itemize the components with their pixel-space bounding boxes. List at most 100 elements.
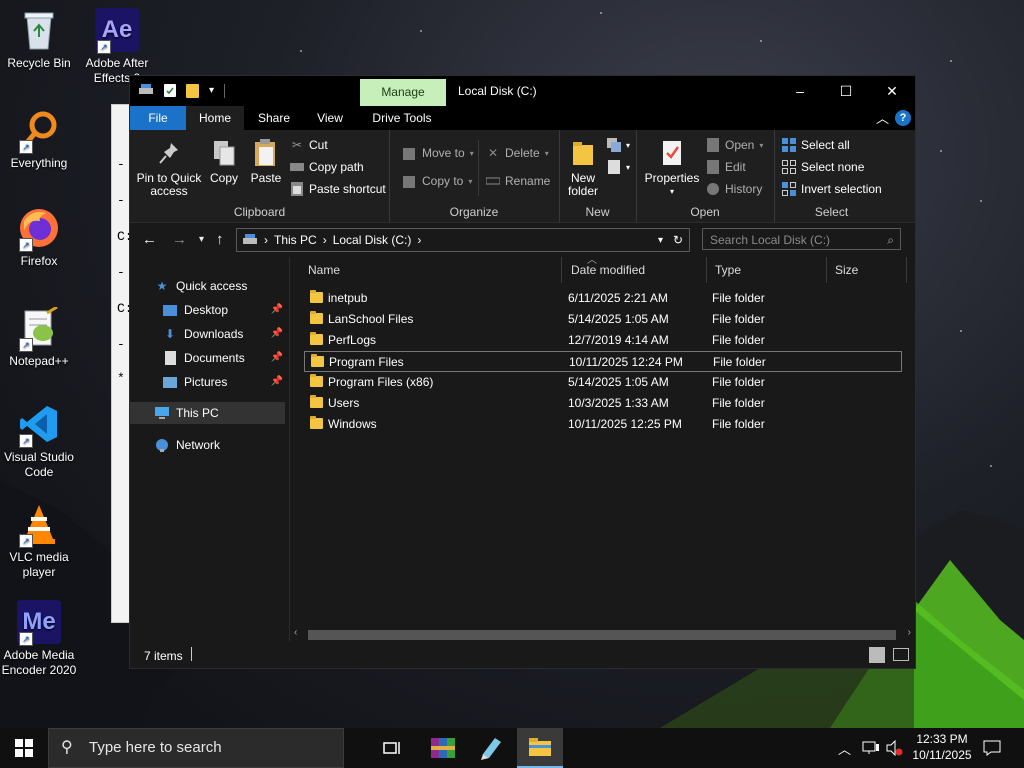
- nav-desktop[interactable]: Desktop 📌: [162, 299, 285, 321]
- file-row-selected[interactable]: Program Files 10/11/2025 12:24 PM File f…: [304, 351, 902, 372]
- delete-button[interactable]: ✕ Delete ▾: [486, 146, 549, 160]
- select-none-button[interactable]: Select none: [782, 160, 864, 174]
- file-row[interactable]: PerfLogs 12/7/2019 4:14 AM File folder: [304, 330, 902, 351]
- paste-shortcut-icon: [290, 182, 304, 196]
- properties-button[interactable]: Properties ▾: [640, 138, 704, 198]
- nav-network[interactable]: Network: [154, 434, 309, 456]
- scrollbar-thumb[interactable]: [308, 630, 896, 640]
- invert-selection-button[interactable]: Invert selection: [782, 182, 882, 196]
- column-header-size[interactable]: Size: [827, 257, 907, 283]
- file-row[interactable]: LanSchool Files 5/14/2025 1:05 AM File f…: [304, 309, 902, 330]
- history-button[interactable]: History: [706, 182, 762, 196]
- copy-button[interactable]: Copy: [206, 138, 242, 185]
- winrar-icon[interactable]: [420, 728, 466, 768]
- pin-icon[interactable]: 📌: [271, 371, 283, 393]
- desktop-icon-vscode[interactable]: ↗ Visual Studio Code: [0, 402, 78, 480]
- title-bar[interactable]: ▾ Manage Local Disk (C:) – ☐ ✕: [130, 76, 915, 106]
- back-arrow-icon[interactable]: ←: [142, 231, 157, 248]
- desktop-icon-vlc[interactable]: ↗ VLC media player: [0, 502, 78, 580]
- start-button[interactable]: [0, 728, 48, 768]
- search-input[interactable]: Search Local Disk (C:) ⌕: [702, 228, 901, 250]
- column-header-date-modified[interactable]: Date modified: [563, 257, 707, 283]
- nav-quick-access[interactable]: ★ Quick access: [154, 275, 309, 297]
- clock[interactable]: 12:33 PM 10/11/2025: [904, 731, 980, 763]
- nav-downloads[interactable]: ⬇ Downloads 📌: [162, 323, 285, 345]
- breadcrumb-local-disk[interactable]: Local Disk (C:): [333, 233, 412, 247]
- maximize-button[interactable]: ☐: [823, 76, 869, 106]
- new-item-button[interactable]: ▾: [607, 138, 630, 152]
- tab-view[interactable]: View: [304, 106, 356, 130]
- tab-manage[interactable]: Manage: [360, 79, 446, 106]
- help-icon[interactable]: ?: [895, 110, 911, 126]
- file-name: Windows: [328, 417, 377, 431]
- nav-documents[interactable]: Documents 📌: [162, 347, 285, 369]
- customize-toolbar-icon[interactable]: ▾: [209, 85, 214, 96]
- collapse-ribbon-icon[interactable]: ︿: [876, 108, 889, 127]
- taskbar-search-input[interactable]: ⚲ Type here to search: [48, 728, 344, 768]
- desktop-icon-recycle-bin[interactable]: Recycle Bin: [0, 8, 78, 71]
- tab-drive-tools[interactable]: Drive Tools: [360, 106, 444, 130]
- clock-time: 12:33 PM: [916, 732, 968, 746]
- forward-arrow-icon[interactable]: →: [172, 231, 187, 248]
- edit-button[interactable]: Edit: [706, 160, 746, 174]
- copy-path-button[interactable]: Copy path: [290, 160, 364, 174]
- paste-button[interactable]: Paste: [246, 138, 286, 185]
- column-header-type[interactable]: Type: [707, 257, 827, 283]
- recent-locations-icon[interactable]: ▾: [199, 234, 204, 245]
- pin-icon[interactable]: 📌: [271, 323, 283, 345]
- dropdown-arrow-icon: ▾: [469, 148, 474, 158]
- desktop-icon-notepad-plus-plus[interactable]: ↗ Notepad++: [0, 306, 78, 369]
- large-icons-view-icon[interactable]: [893, 648, 909, 661]
- properties-icon[interactable]: [164, 84, 176, 97]
- quick-access-toolbar: ▾: [138, 83, 226, 98]
- pin-to-quick-access-button[interactable]: Pin to Quick access: [136, 138, 202, 198]
- desktop-icon-label: Firefox: [20, 254, 58, 268]
- pin-icon[interactable]: 📌: [271, 299, 283, 321]
- file-explorer-window[interactable]: ▾ Manage Local Disk (C:) – ☐ ✕ File Home…: [129, 75, 916, 669]
- tab-home[interactable]: Home: [186, 106, 244, 130]
- open-button[interactable]: Open ▾: [706, 138, 763, 152]
- desktop-icon-media-encoder[interactable]: Me ↗ Adobe Media Encoder 2020: [0, 600, 78, 678]
- desktop-icon-label: Visual Studio Code: [4, 450, 74, 479]
- details-view-icon[interactable]: [869, 647, 885, 663]
- close-button[interactable]: ✕: [869, 76, 915, 106]
- tab-file[interactable]: File: [130, 106, 186, 130]
- pin-icon[interactable]: 📌: [271, 347, 283, 369]
- tab-share[interactable]: Share: [244, 106, 304, 130]
- network-tray-icon[interactable]: [862, 728, 880, 768]
- nav-pictures[interactable]: Pictures 📌: [162, 371, 285, 393]
- scroll-left-icon[interactable]: ‹: [294, 627, 297, 638]
- address-dropdown-icon[interactable]: ▾: [658, 235, 663, 246]
- scroll-right-icon[interactable]: ›: [908, 627, 911, 638]
- horizontal-scrollbar[interactable]: ‹ ›: [290, 627, 915, 643]
- easy-access-button[interactable]: ▾: [607, 160, 630, 174]
- move-to-button[interactable]: Move to ▾: [403, 146, 474, 160]
- show-hidden-icons-icon[interactable]: ︿: [838, 728, 851, 768]
- notifications-icon[interactable]: [983, 728, 1001, 768]
- task-view-icon[interactable]: [369, 728, 415, 768]
- cut-button[interactable]: ✂ Cut: [290, 138, 328, 152]
- address-bar[interactable]: › This PC › Local Disk (C:) › ▾ ↻: [236, 228, 690, 252]
- file-row[interactable]: Users 10/3/2025 1:33 AM File folder: [304, 393, 902, 414]
- file-row[interactable]: Program Files (x86) 5/14/2025 1:05 AM Fi…: [304, 372, 902, 393]
- file-row[interactable]: Windows 10/11/2025 12:25 PM File folder: [304, 414, 902, 435]
- new-folder-button[interactable]: New folder: [565, 138, 601, 198]
- paste-shortcut-button[interactable]: Paste shortcut: [290, 182, 386, 196]
- dropdown-arrow-icon: ▾: [544, 148, 549, 158]
- desktop-icon-firefox[interactable]: ↗ Firefox: [0, 206, 78, 269]
- select-all-button[interactable]: Select all: [782, 138, 850, 152]
- rename-button[interactable]: Rename: [486, 174, 550, 188]
- refresh-icon[interactable]: ↻: [673, 233, 683, 247]
- breadcrumb-this-pc[interactable]: This PC: [274, 233, 317, 247]
- volume-muted-icon[interactable]: [885, 728, 903, 768]
- minimize-button[interactable]: –: [777, 76, 823, 106]
- copy-to-button[interactable]: Copy to ▾: [403, 174, 472, 188]
- up-arrow-icon[interactable]: ↑: [216, 231, 224, 248]
- new-folder-icon[interactable]: [186, 83, 199, 98]
- file-row[interactable]: inetpub 6/11/2025 2:21 AM File folder: [304, 288, 902, 309]
- file-explorer-taskbar-icon[interactable]: [517, 728, 563, 768]
- nav-this-pc[interactable]: This PC: [130, 402, 285, 424]
- column-header-name[interactable]: Name: [300, 257, 562, 283]
- desktop-icon-everything[interactable]: ↗ Everything: [0, 108, 78, 171]
- notepad-icon[interactable]: [468, 728, 514, 768]
